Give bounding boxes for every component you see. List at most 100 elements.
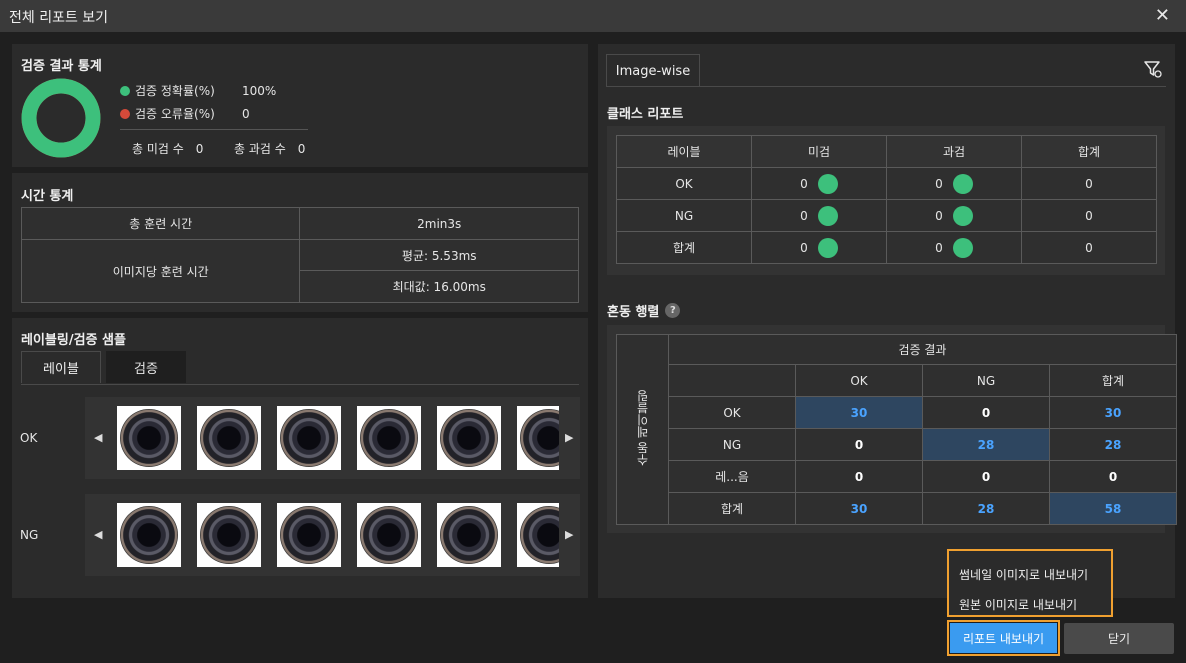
table-row: OK 0 0 0 xyxy=(616,167,1157,200)
class-header-label: 레이블 xyxy=(616,135,752,168)
samples-tabs: 레이블 검증 xyxy=(21,351,186,383)
confusion-cell[interactable]: 28 xyxy=(1049,428,1177,461)
confusion-row-label: NG xyxy=(668,428,796,461)
class-missed-value: 0 xyxy=(800,240,808,255)
confusion-cell[interactable]: 30 xyxy=(795,396,923,429)
window-title: 전체 리포트 보기 xyxy=(9,10,109,26)
stats-panel: 검증 결과 통계 검증 정확률(%) 100% 검증 오류율(%) 0 총 미검… xyxy=(12,44,588,167)
confusion-row-label: 합계 xyxy=(668,492,796,525)
confusion-cell[interactable]: 0 xyxy=(1049,460,1177,493)
confusion-cell[interactable]: 0 xyxy=(795,460,923,493)
class-missed-value: 0 xyxy=(800,176,808,191)
sample-row-ok-label: OK xyxy=(20,431,38,445)
confusion-matrix-table: 수동 레이블링 검증 결과 OK NG 합계 OK 30 0 30 NG 0 2… xyxy=(616,334,1177,525)
tab-verify[interactable]: 검증 xyxy=(106,351,186,383)
class-overkill-value: 0 xyxy=(935,240,943,255)
class-missed-value: 0 xyxy=(800,208,808,223)
sample-row-ng-label: NG xyxy=(20,528,39,542)
missed-value: 0 xyxy=(195,141,204,156)
time-title: 시간 통계 xyxy=(21,189,74,204)
missed-label: 총 미검 수 xyxy=(132,142,184,156)
accuracy-value: 100% xyxy=(242,83,277,98)
sample-thumbnail[interactable] xyxy=(197,503,261,567)
sample-thumbnail[interactable] xyxy=(277,503,341,567)
table-row: 합계 30 28 58 xyxy=(617,492,1177,525)
class-row-label: OK xyxy=(616,167,752,200)
sample-thumbnail[interactable] xyxy=(117,406,181,470)
max-time-value: 최대값: 16.00ms xyxy=(299,270,579,303)
scroll-right-icon[interactable]: ▶ xyxy=(565,528,573,541)
sample-thumbnail[interactable] xyxy=(437,406,501,470)
confusion-cell[interactable]: 28 xyxy=(922,428,1050,461)
stats-title: 검증 결과 통계 xyxy=(21,59,102,74)
close-icon[interactable]: ✕ xyxy=(1155,5,1170,26)
confusion-row-label: OK xyxy=(668,396,796,429)
status-dot-icon xyxy=(952,173,973,194)
tabs-divider xyxy=(21,384,579,385)
scroll-left-icon[interactable]: ◀ xyxy=(94,431,102,444)
confusion-cell[interactable]: 0 xyxy=(795,428,923,461)
scroll-left-icon[interactable]: ◀ xyxy=(94,528,102,541)
sample-strip-ng[interactable]: ◀ ▶ xyxy=(85,494,580,576)
class-overkill-value: 0 xyxy=(935,176,943,191)
status-dot-icon xyxy=(817,237,838,258)
overkill-label: 총 과검 수 xyxy=(234,142,286,156)
sample-thumbnail[interactable] xyxy=(277,406,341,470)
status-dot-icon xyxy=(952,205,973,226)
confusion-cell[interactable]: 28 xyxy=(922,492,1050,525)
total-time-label: 총 훈련 시간 xyxy=(20,207,301,240)
table-row: 레...음 0 0 0 xyxy=(617,460,1177,493)
sample-thumbnail[interactable] xyxy=(517,503,559,567)
missed-count: 총 미검 수 0 xyxy=(132,140,203,157)
confusion-col-header: NG xyxy=(922,364,1050,397)
confusion-cell[interactable]: 0 xyxy=(922,460,1050,493)
sample-thumbnail[interactable] xyxy=(357,503,421,567)
tab-image-wise[interactable]: Image-wise xyxy=(606,54,700,87)
avg-time-value: 평균: 5.53ms xyxy=(299,239,579,271)
table-row: NG 0 0 0 xyxy=(616,199,1157,232)
confusion-col-header: OK xyxy=(795,364,923,397)
error-legend: 검증 오류율(%) 0 xyxy=(120,105,250,122)
error-value: 0 xyxy=(242,106,250,121)
stats-divider xyxy=(120,129,308,130)
help-icon[interactable]: ? xyxy=(665,303,681,318)
sample-thumbnail[interactable] xyxy=(437,503,501,567)
tab-label[interactable]: 레이블 xyxy=(21,351,101,383)
close-button[interactable]: 닫기 xyxy=(1064,623,1174,654)
class-total-value: 0 xyxy=(1021,167,1157,200)
sample-strip-ok[interactable]: ◀ ▶ xyxy=(85,397,580,479)
class-header-total: 합계 xyxy=(1021,135,1157,168)
accuracy-legend: 검증 정확률(%) 100% xyxy=(120,82,276,99)
sample-thumbnail[interactable] xyxy=(517,406,559,470)
overkill-count: 총 과검 수 0 xyxy=(234,140,305,157)
error-dot xyxy=(120,108,130,119)
total-time-value: 2min3s xyxy=(299,207,579,240)
confusion-side-header: 수동 레이블링 xyxy=(616,334,669,525)
sample-thumbnail[interactable] xyxy=(197,406,261,470)
confusion-cell[interactable]: 30 xyxy=(1049,396,1177,429)
scroll-right-icon[interactable]: ▶ xyxy=(565,431,573,444)
confusion-title-text: 혼동 행렬 xyxy=(607,305,660,320)
confusion-cell[interactable]: 58 xyxy=(1049,492,1177,525)
class-overkill-value: 0 xyxy=(935,208,943,223)
confusion-top-header: 검증 결과 xyxy=(668,334,1177,365)
status-dot-icon xyxy=(817,205,838,226)
class-header-missed: 미검 xyxy=(751,135,887,168)
export-report-button[interactable]: 리포트 내보내기 xyxy=(950,623,1057,653)
overkill-value: 0 xyxy=(297,141,306,156)
right-tabs-divider xyxy=(606,86,1166,87)
sample-thumbnail[interactable] xyxy=(117,503,181,567)
filter-settings-icon[interactable] xyxy=(1143,59,1163,79)
accuracy-label: 검증 정확률(%) xyxy=(135,84,215,98)
class-report-table: 레이블 미검 과검 합계 OK 0 0 0 NG 0 0 0 합계 0 0 0 xyxy=(616,135,1157,264)
class-report-title: 클래스 리포트 xyxy=(607,107,684,122)
confusion-cell[interactable]: 30 xyxy=(795,492,923,525)
table-row: NG 0 28 28 xyxy=(617,428,1177,461)
confusion-cell[interactable]: 0 xyxy=(922,396,1050,429)
export-original-menu-item[interactable]: 원본 이미지로 내보내기 xyxy=(959,596,1077,613)
class-total-value: 0 xyxy=(1021,199,1157,232)
sample-thumbnail[interactable] xyxy=(357,406,421,470)
status-dot-icon xyxy=(817,173,838,194)
accuracy-dot xyxy=(120,85,130,96)
export-thumbnail-menu-item[interactable]: 썸네일 이미지로 내보내기 xyxy=(959,566,1088,583)
